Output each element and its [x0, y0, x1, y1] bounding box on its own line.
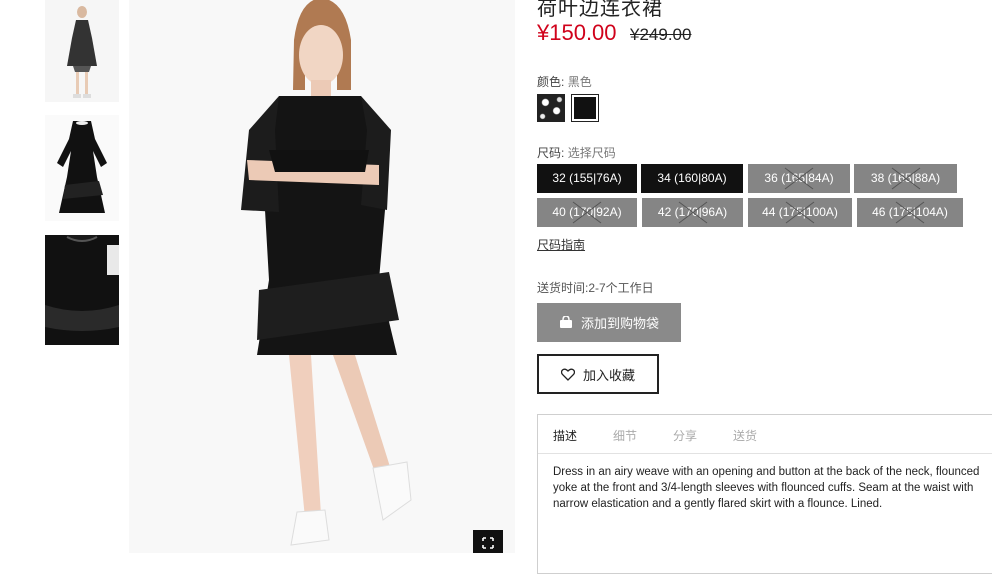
size-option[interactable]: 46 (175|104A): [857, 198, 963, 227]
thumbnail-3[interactable]: [45, 235, 119, 345]
selected-color: 黑色: [567, 75, 592, 89]
size-option[interactable]: 44 (175|100A): [748, 198, 852, 227]
delivery-time: 送货时间:2-7个工作日: [537, 281, 654, 295]
size-option-label: 38 (165|88A): [870, 171, 941, 185]
original-price: ¥249.00: [630, 25, 692, 44]
heart-icon: [560, 368, 575, 381]
zoom-button[interactable]: [473, 530, 503, 553]
add-to-bag-label: 添加到购物袋: [580, 316, 659, 331]
thumbnail-1[interactable]: [45, 0, 119, 102]
product-title: 荷叶边连衣裙: [537, 0, 663, 20]
size-label: 尺码: 选择尺码: [537, 144, 616, 161]
size-option-label: 34 (160|80A): [657, 171, 727, 185]
size-option[interactable]: 40 (170|92A): [537, 198, 637, 227]
product-description: Dress in an airy weave with an opening a…: [553, 466, 980, 510]
size-guide-link[interactable]: 尺码指南: [537, 236, 585, 253]
main-product-image: [129, 0, 515, 553]
size-option-label: 46 (175|104A): [872, 205, 948, 219]
size-option-label: 40 (170|92A): [552, 205, 622, 219]
color-swatch-black[interactable]: [571, 94, 599, 122]
add-to-favorites-button[interactable]: 加入收藏: [537, 354, 659, 394]
add-to-bag-button[interactable]: 添加到购物袋: [537, 303, 681, 342]
color-swatch-floral[interactable]: [537, 94, 565, 122]
size-option-label: 32 (155|76A): [552, 171, 622, 185]
size-placeholder: 选择尺码: [567, 146, 616, 160]
product-price: ¥150.00: [537, 20, 617, 45]
thumbnail-2[interactable]: [45, 115, 119, 221]
info-tabs: 描述 细节 分享 送货: [538, 415, 992, 454]
size-option[interactable]: 36 (165|84A): [748, 164, 850, 193]
expand-icon: [482, 537, 494, 549]
color-label: 颜色: 黑色: [537, 73, 592, 90]
size-option[interactable]: 32 (155|76A): [537, 164, 637, 193]
size-option-label: 44 (175|100A): [762, 205, 838, 219]
tab-description[interactable]: 描述: [553, 427, 577, 444]
product-info-panel: 描述 细节 分享 送货 Dress in an airy weave with …: [537, 414, 992, 574]
size-option[interactable]: 38 (165|88A): [854, 164, 957, 193]
color-label-text: 颜色:: [537, 75, 565, 89]
size-option[interactable]: 42 (170|96A): [642, 198, 743, 227]
tab-details[interactable]: 细节: [613, 427, 637, 444]
tab-share[interactable]: 分享: [673, 427, 697, 444]
size-label-text: 尺码:: [537, 146, 565, 160]
add-to-favorites-label: 加入收藏: [582, 367, 635, 383]
size-option[interactable]: 34 (160|80A): [641, 164, 743, 193]
tab-delivery[interactable]: 送货: [733, 427, 757, 444]
size-option-label: 42 (170|96A): [657, 205, 728, 219]
shopping-bag-icon: [559, 316, 572, 328]
size-option-label: 36 (165|84A): [764, 171, 834, 185]
